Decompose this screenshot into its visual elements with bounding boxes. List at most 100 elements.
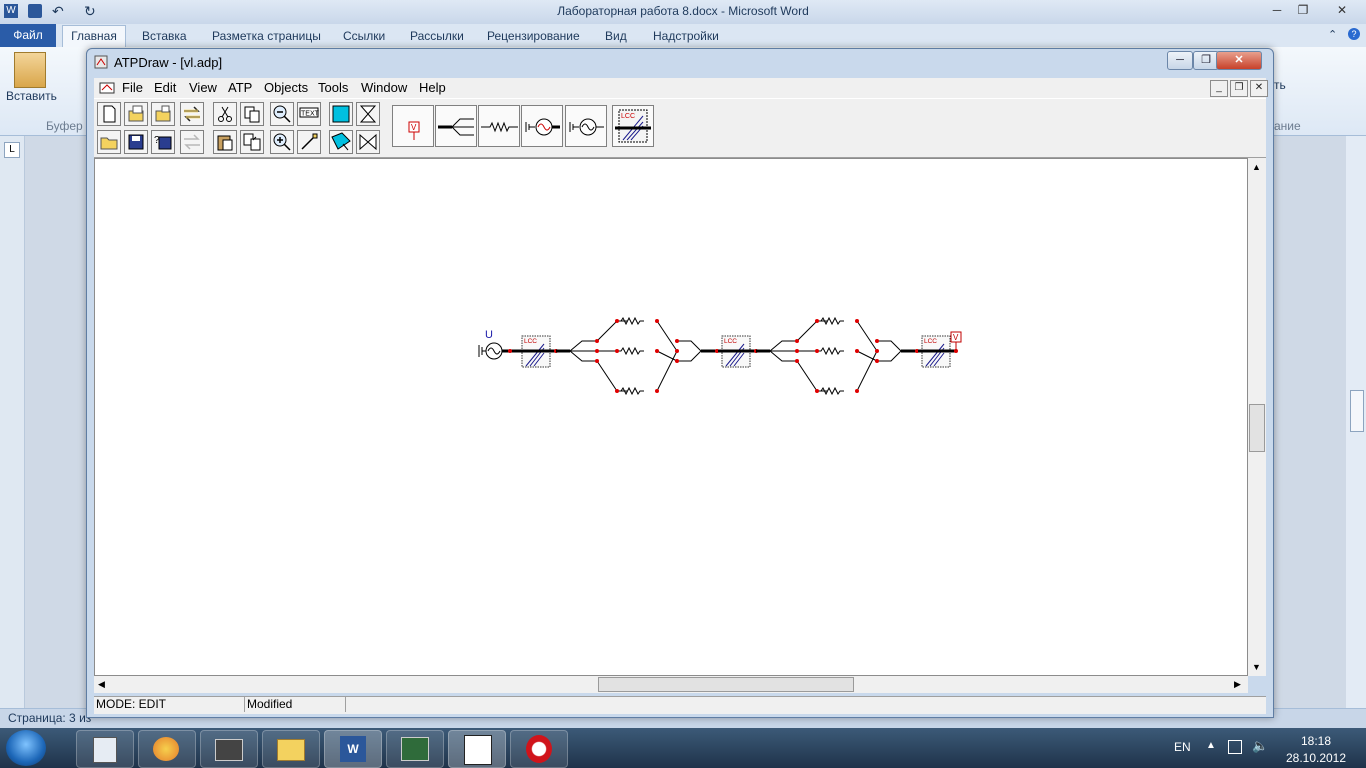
calculator-taskbar-icon[interactable] [76, 730, 134, 768]
flip-horizontal-icon[interactable] [356, 130, 380, 154]
vertical-ruler [0, 136, 25, 708]
tab-view[interactable]: Вид [605, 29, 627, 43]
menu-edit[interactable]: Edit [154, 80, 176, 95]
menu-help[interactable]: Help [419, 80, 446, 95]
svg-text:LCC: LCC [924, 338, 937, 345]
horizontal-scroll-thumb[interactable] [598, 677, 854, 692]
word-taskbar-icon[interactable]: W [324, 730, 382, 768]
tab-stop-selector[interactable]: L [4, 142, 20, 158]
word-close-button[interactable]: ✕ [1320, 2, 1364, 18]
opera-taskbar-icon[interactable] [510, 730, 568, 768]
svg-text:LCC: LCC [524, 338, 537, 345]
lcc-line-1[interactable]: LCC [516, 335, 556, 368]
tab-home[interactable]: Главная [62, 25, 126, 48]
paint-taskbar-icon[interactable] [138, 730, 196, 768]
tray-expand-icon[interactable]: ▲ [1206, 740, 1216, 751]
language-indicator[interactable]: EN [1174, 740, 1191, 754]
atp-close-button[interactable]: ✕ [1216, 51, 1262, 70]
paste-button[interactable]: Вставить [6, 89, 57, 103]
help-icon[interactable]: ? [1348, 28, 1360, 40]
atp-minimize-button[interactable]: ─ [1167, 51, 1193, 70]
probe-component-button[interactable]: V [392, 105, 434, 147]
resistor-component-button[interactable] [478, 105, 520, 147]
paste-icon-atp[interactable] [213, 130, 237, 154]
explorer-taskbar-icon[interactable] [262, 730, 320, 768]
save-project-icon[interactable] [151, 102, 175, 126]
paste-icon[interactable] [14, 52, 46, 88]
scroll-up-arrow-icon[interactable]: ▲ [1252, 162, 1261, 172]
tab-page-layout[interactable]: Разметка страницы [212, 29, 321, 43]
select-region-icon[interactable] [329, 130, 353, 154]
tab-addins[interactable]: Надстройки [653, 29, 719, 43]
lcc-line-2[interactable]: LCC [718, 335, 756, 368]
flip-arrows-icon[interactable] [180, 102, 204, 126]
atpdraw-taskbar-icon[interactable] [448, 730, 506, 768]
svg-text:TEXT: TEXT [301, 111, 320, 118]
duplicate-icon[interactable] [240, 130, 264, 154]
child-minimize-button[interactable]: _ [1210, 80, 1228, 97]
word-minimize-button[interactable]: ─ [1264, 2, 1290, 18]
media-taskbar-icon[interactable] [200, 730, 258, 768]
cut-icon[interactable] [213, 102, 237, 126]
tab-references[interactable]: Ссылки [343, 29, 385, 43]
page-count-status[interactable]: Страница: 3 из [8, 711, 91, 725]
ribbon-collapse-icon[interactable]: ⌃ [1328, 28, 1337, 41]
menu-atp[interactable]: ATP [228, 80, 252, 95]
status-mode: MODE: EDIT [94, 697, 245, 712]
scroll-down-arrow-icon[interactable]: ▼ [1252, 662, 1261, 672]
text-label-icon[interactable]: TEXT [297, 102, 321, 126]
menu-file[interactable]: File [122, 80, 143, 95]
scroll-right-arrow-icon[interactable]: ▶ [1234, 679, 1241, 690]
tab-mailings[interactable]: Рассылки [410, 29, 464, 43]
zoom-in-icon[interactable] [270, 130, 294, 154]
ac-source-button[interactable] [521, 105, 563, 147]
tab-review[interactable]: Рецензирование [487, 29, 580, 43]
clock-date[interactable]: 28.10.2012 [1280, 751, 1352, 765]
circuit-canvas[interactable] [94, 158, 1248, 676]
voltage-probe-icon[interactable]: V [950, 331, 962, 351]
start-button[interactable] [6, 730, 46, 766]
child-close-button[interactable]: ✕ [1250, 80, 1268, 97]
zoom-out-icon[interactable] [270, 102, 294, 126]
source-label: U [485, 329, 493, 341]
new-file-icon[interactable] [97, 102, 121, 126]
word-maximize-button[interactable]: ❐ [1290, 2, 1316, 18]
draw-line-icon[interactable] [297, 130, 321, 154]
menu-view[interactable]: View [189, 80, 217, 95]
vertical-scroll-thumb[interactable] [1249, 404, 1265, 452]
section-1[interactable] [556, 316, 723, 396]
child-window-icon[interactable] [99, 81, 115, 98]
menu-window[interactable]: Window [361, 80, 407, 95]
child-restore-button[interactable]: ❐ [1230, 80, 1248, 97]
splitter-component-button[interactable] [435, 105, 477, 147]
tab-file[interactable]: Файл [0, 24, 56, 47]
atpdraw-app-icon[interactable] [94, 55, 108, 69]
editing-group-label: ание [1274, 119, 1301, 133]
fill-color-icon[interactable] [329, 102, 353, 126]
svg-text:?: ? [154, 135, 160, 146]
word-scroll-thumb[interactable] [1350, 390, 1364, 432]
action-center-icon[interactable] [1228, 740, 1242, 754]
open-project-icon[interactable] [124, 102, 148, 126]
open-file-icon[interactable] [97, 130, 121, 154]
clock-time[interactable]: 18:18 [1292, 734, 1340, 748]
ac-source-icon[interactable] [478, 342, 503, 360]
save-as-icon[interactable]: ? [151, 130, 175, 154]
volume-icon[interactable]: 🔈 [1252, 738, 1268, 754]
rotate-disabled-icon[interactable] [180, 130, 204, 154]
ac-source-3ph-button[interactable] [565, 105, 607, 147]
node[interactable] [508, 349, 512, 353]
tab-insert[interactable]: Вставка [142, 29, 187, 43]
circuit-diagram[interactable]: U LCC LCC LCC V [470, 310, 970, 410]
menu-objects[interactable]: Objects [264, 80, 308, 95]
lcc-line-3[interactable]: LCC [918, 335, 956, 368]
save-file-icon[interactable] [124, 130, 148, 154]
flip-vertical-icon[interactable] [356, 102, 380, 126]
copy-icon[interactable] [240, 102, 264, 126]
monitor-taskbar-icon[interactable] [386, 730, 444, 768]
lcc-line-button[interactable]: LCC [612, 105, 654, 147]
scroll-left-arrow-icon[interactable]: ◀ [98, 679, 105, 690]
menu-tools[interactable]: Tools [318, 80, 348, 95]
section-2[interactable] [756, 316, 923, 396]
word-window-title: Лабораторная работа 8.docx - Microsoft W… [557, 4, 809, 18]
